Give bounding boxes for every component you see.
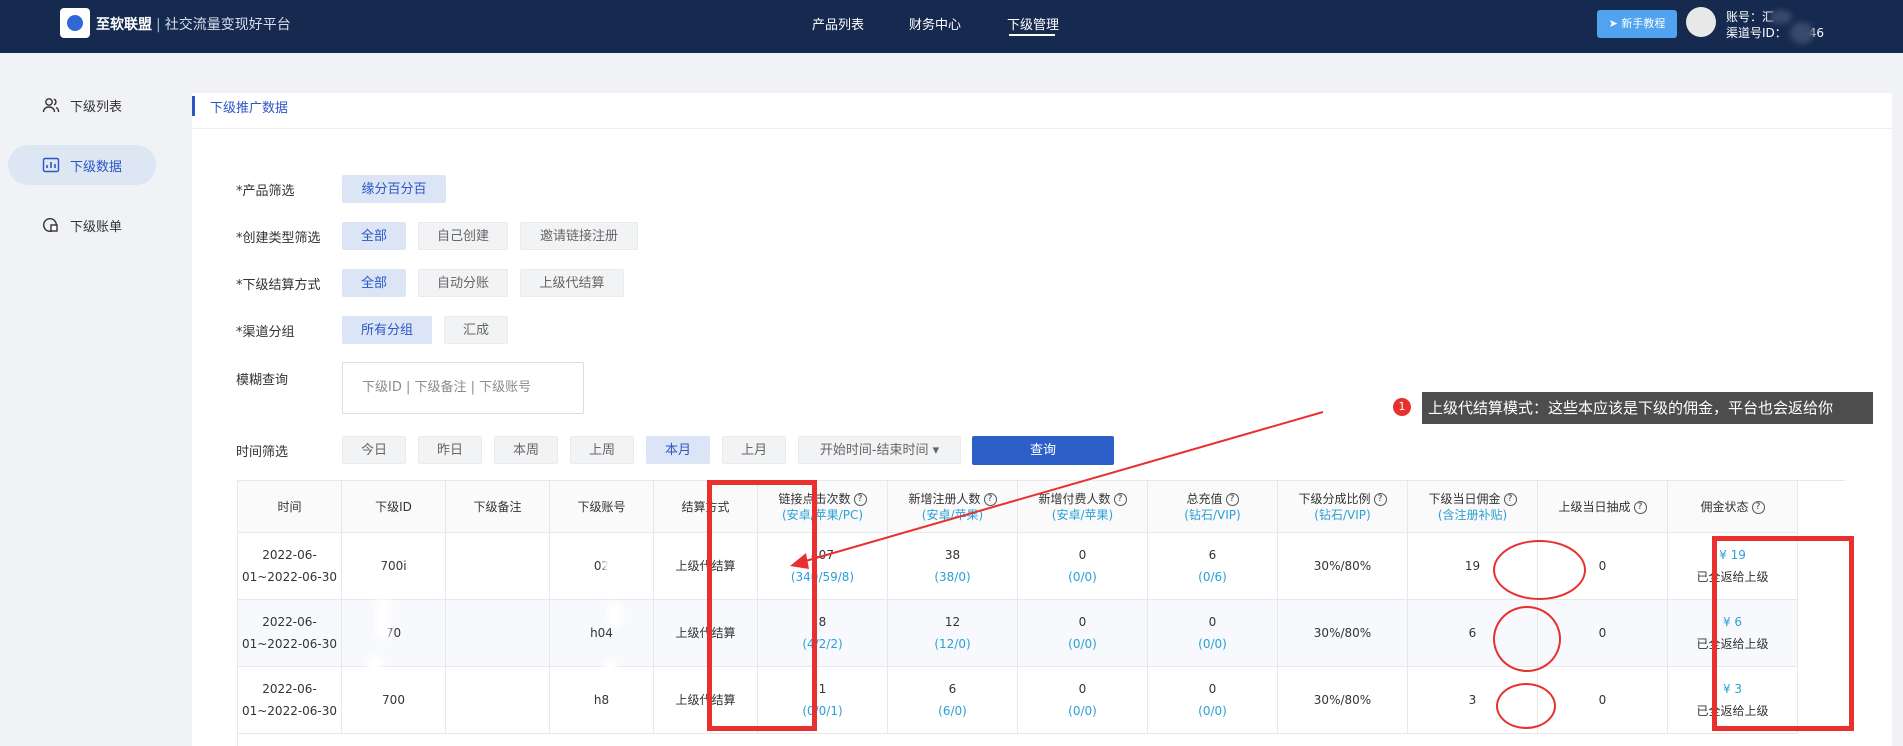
annotation-callout: 上级代结算模式：这些本应该是下级的佣金，平台也会返给你 <box>1422 392 1873 424</box>
annotation-arrow <box>790 411 1324 569</box>
highlight-status-column <box>1712 536 1854 731</box>
highlight-commission-2 <box>1493 606 1561 672</box>
highlight-commission-3 <box>1496 683 1556 729</box>
highlight-commission-1 <box>1493 540 1586 600</box>
highlight-settle-column <box>707 480 817 731</box>
annotation-badge: 1 <box>1393 398 1411 416</box>
